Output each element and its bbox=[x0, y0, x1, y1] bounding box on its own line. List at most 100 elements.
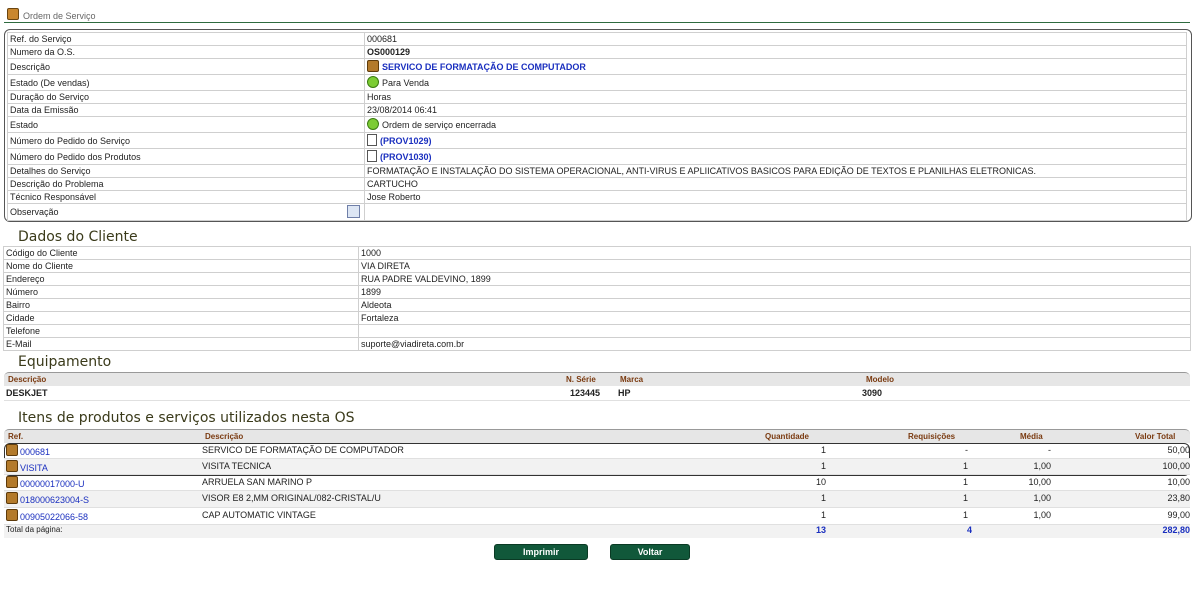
edit-icon[interactable] bbox=[347, 205, 360, 218]
row-label: Nome do Cliente bbox=[3, 259, 359, 273]
state-value: Ordem de serviço encerrada bbox=[382, 120, 497, 130]
os-number-value: OS000129 bbox=[364, 45, 1187, 59]
print-button[interactable]: Imprimir bbox=[494, 544, 588, 560]
os-row-observation: Observação bbox=[7, 203, 1187, 221]
col-brand: Marca bbox=[620, 375, 644, 384]
row-value: VIA DIRETA bbox=[358, 259, 1191, 273]
item-total: 100,00 bbox=[1162, 461, 1190, 471]
item-quantity: 1 bbox=[820, 493, 826, 503]
sale-state-value: Para Venda bbox=[382, 78, 430, 88]
client-row: Bairro Aldeota bbox=[3, 298, 1191, 312]
item-row[interactable]: 000681 SERVICO DE FORMATAÇÃO DE COMPUTAD… bbox=[4, 443, 1190, 459]
client-row: Endereço RUA PADRE VALDEVINO, 1899 bbox=[3, 272, 1191, 286]
row-label: Estado bbox=[7, 116, 365, 133]
equipment-model: 3090 bbox=[862, 388, 883, 398]
equipment-grid: Descrição N. Série Marca Modelo DESKJET … bbox=[4, 372, 1190, 401]
item-ref-link[interactable]: 00905022066-58 bbox=[20, 512, 88, 522]
product-order-link[interactable]: (PROV1030) bbox=[380, 152, 432, 162]
row-value: Fortaleza bbox=[358, 311, 1191, 325]
client-row: Código do Cliente 1000 bbox=[3, 246, 1191, 260]
os-row-state: Estado Ordem de serviço encerrada bbox=[7, 116, 1187, 133]
row-label: Descrição bbox=[7, 58, 365, 75]
equipment-description: DESKJET bbox=[6, 388, 48, 398]
service-box-icon bbox=[367, 60, 379, 72]
items-total-row: Total da página: 13 4 282,80 bbox=[4, 525, 1190, 538]
equipment-serial: 123445 bbox=[570, 388, 601, 398]
row-value: suporte@viadireta.com.br bbox=[358, 337, 1191, 351]
row-label: Número do Pedido dos Produtos bbox=[7, 148, 365, 165]
row-label: Duração do Serviço bbox=[7, 90, 365, 104]
equipment-header: Descrição N. Série Marca Modelo bbox=[4, 372, 1190, 386]
items-section-title: Itens de produtos e serviços utilizados … bbox=[18, 410, 355, 426]
item-requisitions: 1 bbox=[962, 477, 968, 487]
equipment-brand: HP bbox=[618, 388, 631, 398]
item-row[interactable]: 00000017000-U ARRUELA SAN MARINO P 10 1 … bbox=[4, 475, 1190, 491]
row-label: E-Mail bbox=[3, 337, 359, 351]
os-row-technician: Técnico Responsável Jose Roberto bbox=[7, 190, 1187, 204]
os-row-description: Descrição SERVICO DE FORMATAÇÃO DE COMPUT… bbox=[7, 58, 1187, 75]
document-icon bbox=[367, 134, 377, 146]
item-description: SERVICO DE FORMATAÇÃO DE COMPUTADOR bbox=[202, 445, 404, 455]
duration-value: Horas bbox=[364, 90, 1187, 104]
os-details-panel: Ref. do Serviço 000681 Numero da O.S. OS00… bbox=[4, 29, 1192, 222]
sale-state-cell: Para Venda bbox=[364, 74, 1187, 91]
equipment-section-title: Equipamento bbox=[18, 354, 112, 370]
observation-value bbox=[364, 203, 1187, 221]
os-row-date: Data da Emissão 23/08/2014 06:41 bbox=[7, 103, 1187, 117]
item-average: 1,00 bbox=[1033, 493, 1051, 503]
row-label: Descrição do Problema bbox=[7, 177, 365, 191]
os-row-number: Numero da O.S. OS000129 bbox=[7, 45, 1187, 59]
col-ref: Ref. bbox=[8, 432, 24, 441]
os-row-problem: Descrição do Problema CARTUCHO bbox=[7, 177, 1187, 191]
col-requisitions: Requisições bbox=[908, 432, 956, 441]
item-ref-link[interactable]: 000681 bbox=[20, 447, 50, 457]
total-quantity: 13 bbox=[815, 525, 826, 535]
box-icon bbox=[6, 492, 18, 504]
item-requisitions: - bbox=[965, 445, 968, 455]
item-description: CAP AUTOMATIC VINTAGE bbox=[202, 510, 316, 520]
item-row[interactable]: VISITA VISITA TECNICA 1 1 1,00 100,00 bbox=[4, 459, 1190, 475]
item-average: 1,00 bbox=[1033, 510, 1051, 520]
col-total: Valor Total bbox=[1135, 432, 1176, 441]
item-description: VISITA TECNICA bbox=[202, 461, 272, 471]
service-description-link[interactable]: SERVICO DE FORMATAÇÃO DE COMPUTADOR bbox=[382, 62, 586, 72]
total-value: 282,80 bbox=[1162, 525, 1190, 535]
item-quantity: 1 bbox=[820, 461, 826, 471]
client-row: Telefone bbox=[3, 324, 1191, 338]
service-details-value: FORMATAÇÃO E INSTALAÇÃO DO SISTEMA OPERA… bbox=[364, 164, 1187, 178]
status-ok-icon bbox=[367, 76, 379, 88]
box-icon bbox=[6, 509, 18, 521]
item-ref-link[interactable]: 018000623004-S bbox=[20, 495, 89, 505]
service-order-icon bbox=[7, 8, 19, 20]
box-icon bbox=[6, 476, 18, 488]
client-table: Código do Cliente 1000 Nome do Cliente VIA… bbox=[3, 246, 1191, 351]
row-value: RUA PADRE VALDEVINO, 1899 bbox=[358, 272, 1191, 286]
item-quantity: 10 bbox=[815, 477, 826, 487]
item-row[interactable]: 00905022066-58 CAP AUTOMATIC VINTAGE 1 1… bbox=[4, 508, 1190, 525]
client-row: Número 1899 bbox=[3, 285, 1191, 299]
row-label: Detalhes do Serviço bbox=[7, 164, 365, 178]
ref-value: 000681 bbox=[364, 32, 1187, 46]
item-row[interactable]: 018000623004-S VISOR E8 2,MM ORIGINAL/08… bbox=[4, 491, 1190, 508]
description-cell: SERVICO DE FORMATAÇÃO DE COMPUTADOR bbox=[364, 58, 1187, 75]
technician-value: Jose Roberto bbox=[364, 190, 1187, 204]
item-description: VISOR E8 2,MM ORIGINAL/082-CRISTAL/U bbox=[202, 493, 381, 503]
client-row: Nome do Cliente VIA DIRETA bbox=[3, 259, 1191, 273]
item-requisitions: 1 bbox=[962, 461, 968, 471]
item-quantity: 1 bbox=[820, 510, 826, 520]
page-header: Ordem de Serviço bbox=[4, 6, 1190, 23]
box-icon bbox=[6, 444, 18, 456]
service-order-link[interactable]: (PROV1029) bbox=[380, 136, 432, 146]
os-row-ref: Ref. do Serviço 000681 bbox=[7, 32, 1187, 46]
item-ref-link[interactable]: VISITA bbox=[20, 463, 48, 473]
os-row-product-order: Número do Pedido dos Produtos (PROV1030) bbox=[7, 148, 1187, 165]
row-label: Bairro bbox=[3, 298, 359, 312]
item-requisitions: 1 bbox=[962, 493, 968, 503]
row-label: Número bbox=[3, 285, 359, 299]
item-total: 23,80 bbox=[1167, 493, 1190, 503]
item-total: 50,00 bbox=[1167, 445, 1190, 455]
item-ref-link[interactable]: 00000017000-U bbox=[20, 479, 85, 489]
state-cell: Ordem de serviço encerrada bbox=[364, 116, 1187, 133]
back-button[interactable]: Voltar bbox=[610, 544, 690, 560]
client-section-title: Dados do Cliente bbox=[18, 229, 138, 245]
